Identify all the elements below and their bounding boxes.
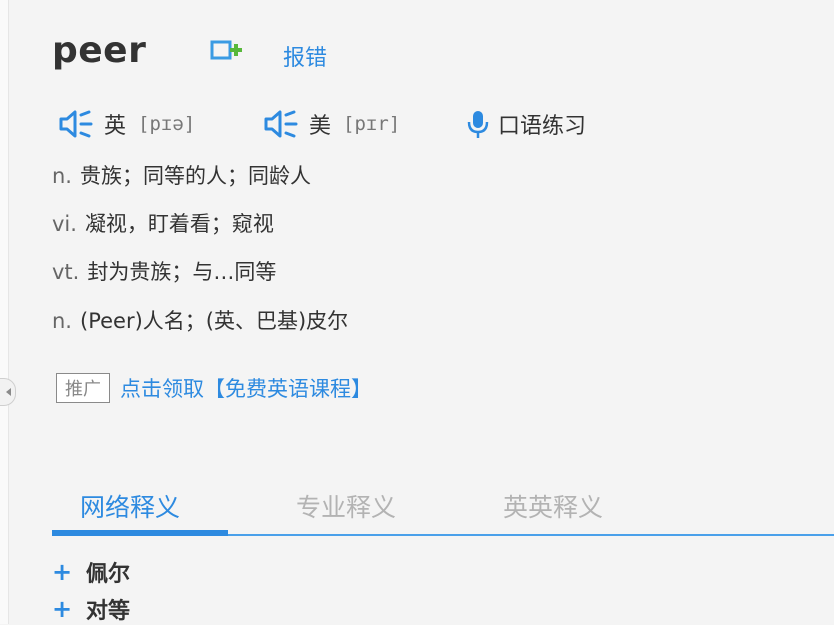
- definition-text: (Peer)人名；(英、巴基)皮尔: [80, 309, 349, 333]
- part-of-speech: vt.: [52, 260, 80, 284]
- part-of-speech: n.: [52, 309, 72, 333]
- expand-plus-icon[interactable]: +: [52, 558, 78, 586]
- report-error-link[interactable]: 报错: [283, 40, 327, 72]
- tab-english-definitions[interactable]: 英英释义: [503, 478, 603, 534]
- definition-line: vt. 封为贵族；与…同等: [52, 256, 276, 286]
- us-phonetic: [pɪr]: [343, 113, 401, 135]
- part-of-speech: n.: [52, 164, 72, 188]
- uk-phonetic: [pɪə]: [138, 113, 196, 135]
- definition-text: 贵族；同等的人；同龄人: [80, 164, 311, 188]
- us-label: 美: [309, 114, 332, 139]
- tab-web-definitions[interactable]: 网络释义: [80, 478, 180, 534]
- expand-plus-icon[interactable]: +: [52, 595, 78, 623]
- part-of-speech: vi.: [52, 212, 77, 236]
- promotion-row: 推广 点击领取【免费英语课程】: [56, 373, 372, 403]
- oral-practice-label: 口语练习: [498, 114, 587, 139]
- definition-line: n. (Peer)人名；(英、巴基)皮尔: [52, 305, 348, 335]
- left-edge-strip: [0, 0, 9, 624]
- active-tab-indicator: [52, 530, 228, 536]
- pronunciation-uk: 英 [pɪə]: [58, 108, 195, 140]
- web-definition-text: 佩尔: [86, 562, 131, 587]
- tab-professional-definitions[interactable]: 专业释义: [296, 478, 396, 534]
- web-definition-item[interactable]: + 对等: [52, 593, 130, 625]
- collapse-panel-handle[interactable]: [0, 378, 16, 406]
- uk-label: 英: [104, 114, 127, 139]
- speaker-icon[interactable]: [58, 108, 94, 140]
- definition-line: n. 贵族；同等的人；同龄人: [52, 160, 311, 190]
- definition-text: 凝视，盯着看；窥视: [84, 212, 274, 236]
- headword: peer: [52, 30, 147, 71]
- oral-practice-button[interactable]: 口语练习: [466, 108, 586, 140]
- speaker-icon[interactable]: [263, 108, 299, 140]
- web-definition-item[interactable]: + 佩尔: [52, 556, 130, 588]
- add-to-wordbook-icon[interactable]: [210, 38, 244, 68]
- web-definition-text: 对等: [86, 599, 131, 624]
- microphone-icon: [467, 111, 489, 138]
- promo-tag: 推广: [56, 373, 110, 403]
- pronunciation-us: 美 [pɪr]: [263, 108, 400, 140]
- definition-text: 封为贵族；与…同等: [87, 260, 277, 284]
- definition-tabs: 网络释义 专业释义 英英释义: [52, 478, 834, 536]
- free-course-link[interactable]: 点击领取【免费英语课程】: [120, 373, 372, 403]
- definition-line: vi. 凝视，盯着看；窥视: [52, 208, 274, 238]
